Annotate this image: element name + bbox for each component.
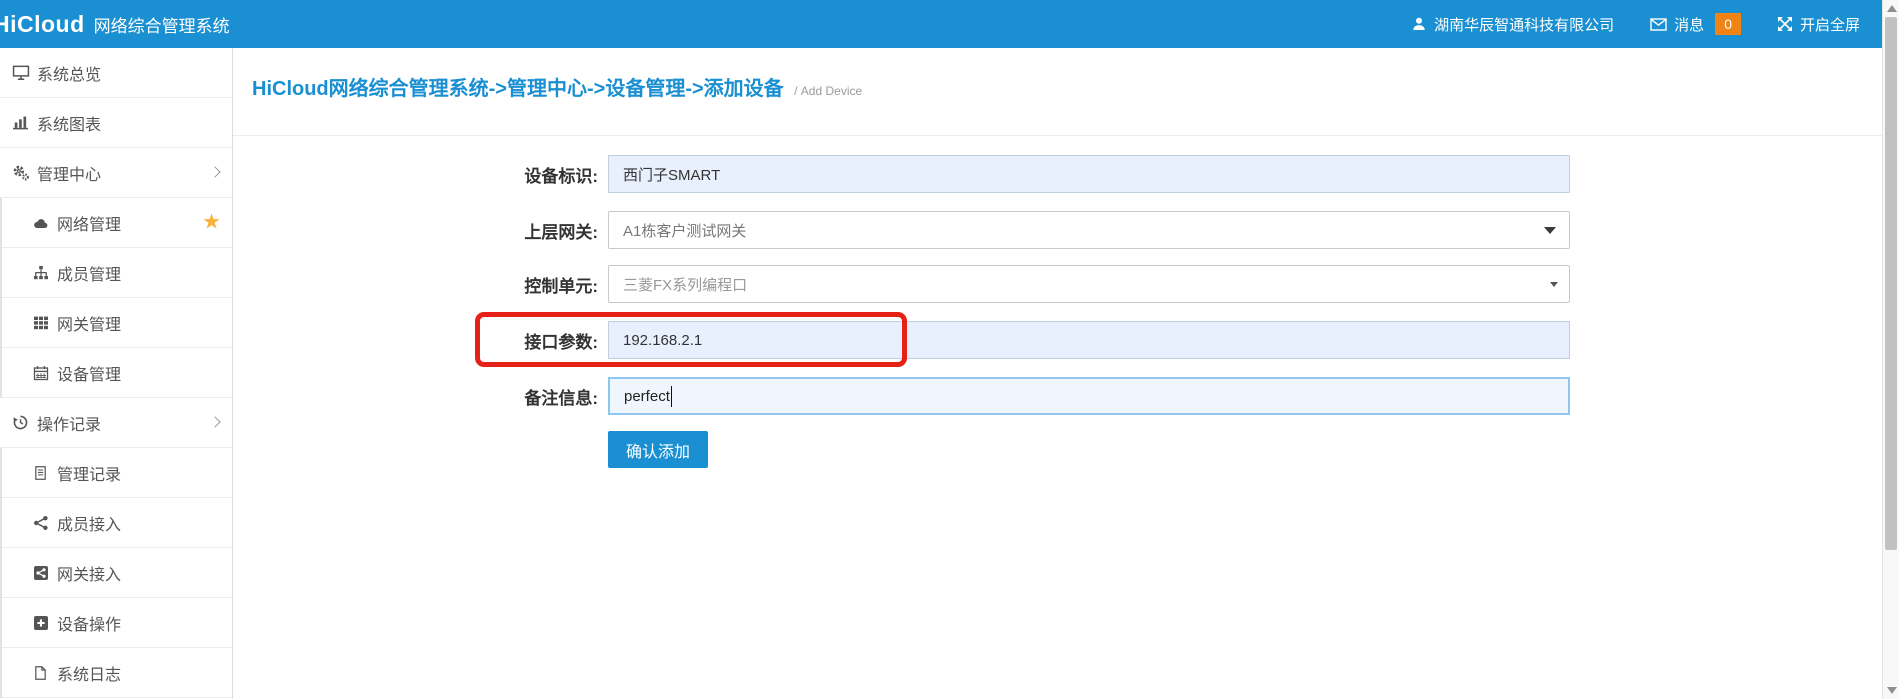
sidebar-item-label: 管理中心 <box>37 161 101 185</box>
file-text-icon <box>31 464 50 481</box>
company-account[interactable]: 湖南华辰智通科技有限公司 <box>1411 14 1614 35</box>
sidebar-item-label: 设备管理 <box>57 361 121 385</box>
messages-count-badge: 0 <box>1715 13 1741 35</box>
sidebar-item-label: 操作记录 <box>37 411 101 435</box>
messages-button[interactable]: 消息 0 <box>1650 13 1741 35</box>
messages-label: 消息 <box>1674 14 1704 35</box>
control-unit-select[interactable]: 三菱FX系列编程口 <box>608 265 1570 303</box>
sidebar-item-label: 网关管理 <box>57 311 121 335</box>
app-logo: HiCloud 网络综合管理系统 <box>0 11 230 38</box>
control-unit-label: 控制单元: <box>350 272 598 297</box>
breadcrumb-suffix: / Add Device <box>794 84 862 98</box>
sidebar-item-member-access[interactable]: 成员接入 <box>2 498 232 548</box>
sidebar-item-management-center[interactable]: 管理中心 <box>0 148 232 198</box>
envelope-icon <box>1650 17 1667 32</box>
management-center-submenu: 网络管理 ★ 成员管理 网关管理 设备管理 <box>0 198 232 398</box>
remarks-input[interactable]: perfect <box>608 377 1570 415</box>
sidebar-item-management-records[interactable]: 管理记录 <box>2 448 232 498</box>
interface-params-label: 接口参数: <box>350 328 598 353</box>
sidebar-item-label: 系统图表 <box>37 111 101 135</box>
logo-subtitle-text: 网络综合管理系统 <box>94 12 230 37</box>
sidebar-item-label: 设备操作 <box>57 611 121 635</box>
sidebar-item-system-logs[interactable]: 系统日志 <box>2 648 232 698</box>
sidebar-item-gateway-access[interactable]: 网关接入 <box>2 548 232 598</box>
fullscreen-icon <box>1777 16 1793 32</box>
cloud-icon <box>31 214 50 231</box>
logo-brand-text: HiCloud <box>0 11 85 38</box>
sidebar-item-system-overview[interactable]: 系统总览 <box>0 48 232 98</box>
interface-params-input[interactable] <box>608 321 1570 359</box>
sidebar-item-network-management[interactable]: 网络管理 ★ <box>2 198 232 248</box>
chevron-down-icon <box>1544 227 1556 234</box>
sidebar-item-label: 网关接入 <box>57 561 121 585</box>
sidebar: 系统总览 系统图表 管理中心 网络管理 ★ <box>0 48 233 699</box>
upper-gateway-selected-value: A1栋客户测试网关 <box>623 220 746 241</box>
bar-chart-icon <box>11 114 30 131</box>
breadcrumb: HiCloud网络综合管理系统->管理中心->设备管理->添加设备 / Add … <box>252 72 862 101</box>
fullscreen-button[interactable]: 开启全屏 <box>1777 14 1860 35</box>
sidebar-item-system-charts[interactable]: 系统图表 <box>0 98 232 148</box>
device-id-input[interactable] <box>608 155 1570 193</box>
scroll-down-arrow-icon[interactable] <box>1887 687 1897 694</box>
company-name: 湖南华辰智通科技有限公司 <box>1434 14 1614 35</box>
gears-icon <box>11 164 30 181</box>
sidebar-item-device-management[interactable]: 设备管理 <box>2 348 232 398</box>
file-icon <box>31 664 50 681</box>
user-icon <box>1411 16 1427 32</box>
chevron-right-icon <box>209 416 220 427</box>
sidebar-item-label: 成员接入 <box>57 511 121 535</box>
desktop-icon <box>11 64 30 81</box>
grid-icon <box>31 314 50 331</box>
breadcrumb-divider <box>233 135 1882 136</box>
sidebar-item-label: 成员管理 <box>57 261 121 285</box>
sidebar-item-label: 网络管理 <box>57 211 121 235</box>
fullscreen-label: 开启全屏 <box>1800 14 1860 35</box>
upper-gateway-select[interactable]: A1栋客户测试网关 <box>608 211 1570 249</box>
chevron-down-icon <box>1550 282 1558 287</box>
scroll-up-arrow-icon[interactable] <box>1887 5 1897 12</box>
sitemap-icon <box>31 264 50 281</box>
upper-gateway-label: 上层网关: <box>350 218 598 243</box>
favorite-star-icon[interactable]: ★ <box>202 209 221 234</box>
history-icon <box>11 414 30 431</box>
share-icon <box>31 514 50 531</box>
top-header: HiCloud 网络综合管理系统 湖南华辰智通科技有限公司 消息 0 <box>0 0 1882 48</box>
sidebar-item-device-operations[interactable]: 设备操作 <box>2 598 232 648</box>
chevron-right-icon <box>209 166 220 177</box>
sidebar-item-label: 管理记录 <box>57 461 121 485</box>
control-unit-selected-value: 三菱FX系列编程口 <box>623 274 747 295</box>
device-id-label: 设备标识: <box>350 162 598 187</box>
confirm-add-button[interactable]: 确认添加 <box>608 431 708 468</box>
sidebar-item-member-management[interactable]: 成员管理 <box>2 248 232 298</box>
share-square-icon <box>31 564 50 581</box>
calendar-icon <box>31 364 50 381</box>
text-cursor <box>671 386 673 407</box>
scrollbar-thumb[interactable] <box>1885 17 1897 550</box>
app-window: HiCloud 网络综合管理系统 湖南华辰智通科技有限公司 消息 0 <box>0 0 1899 699</box>
sidebar-item-operation-records[interactable]: 操作记录 <box>0 398 232 448</box>
breadcrumb-path: HiCloud网络综合管理系统->管理中心->设备管理->添加设备 <box>252 78 784 100</box>
remarks-value: perfect <box>624 388 670 405</box>
remarks-label: 备注信息: <box>350 384 598 409</box>
sidebar-item-gateway-management[interactable]: 网关管理 <box>2 298 232 348</box>
sidebar-item-label: 系统总览 <box>37 61 101 85</box>
vertical-scrollbar[interactable] <box>1882 0 1899 699</box>
sidebar-item-label: 系统日志 <box>57 661 121 685</box>
plus-square-icon <box>31 614 50 631</box>
operation-records-submenu: 管理记录 成员接入 网关接入 设备操作 <box>0 448 232 698</box>
